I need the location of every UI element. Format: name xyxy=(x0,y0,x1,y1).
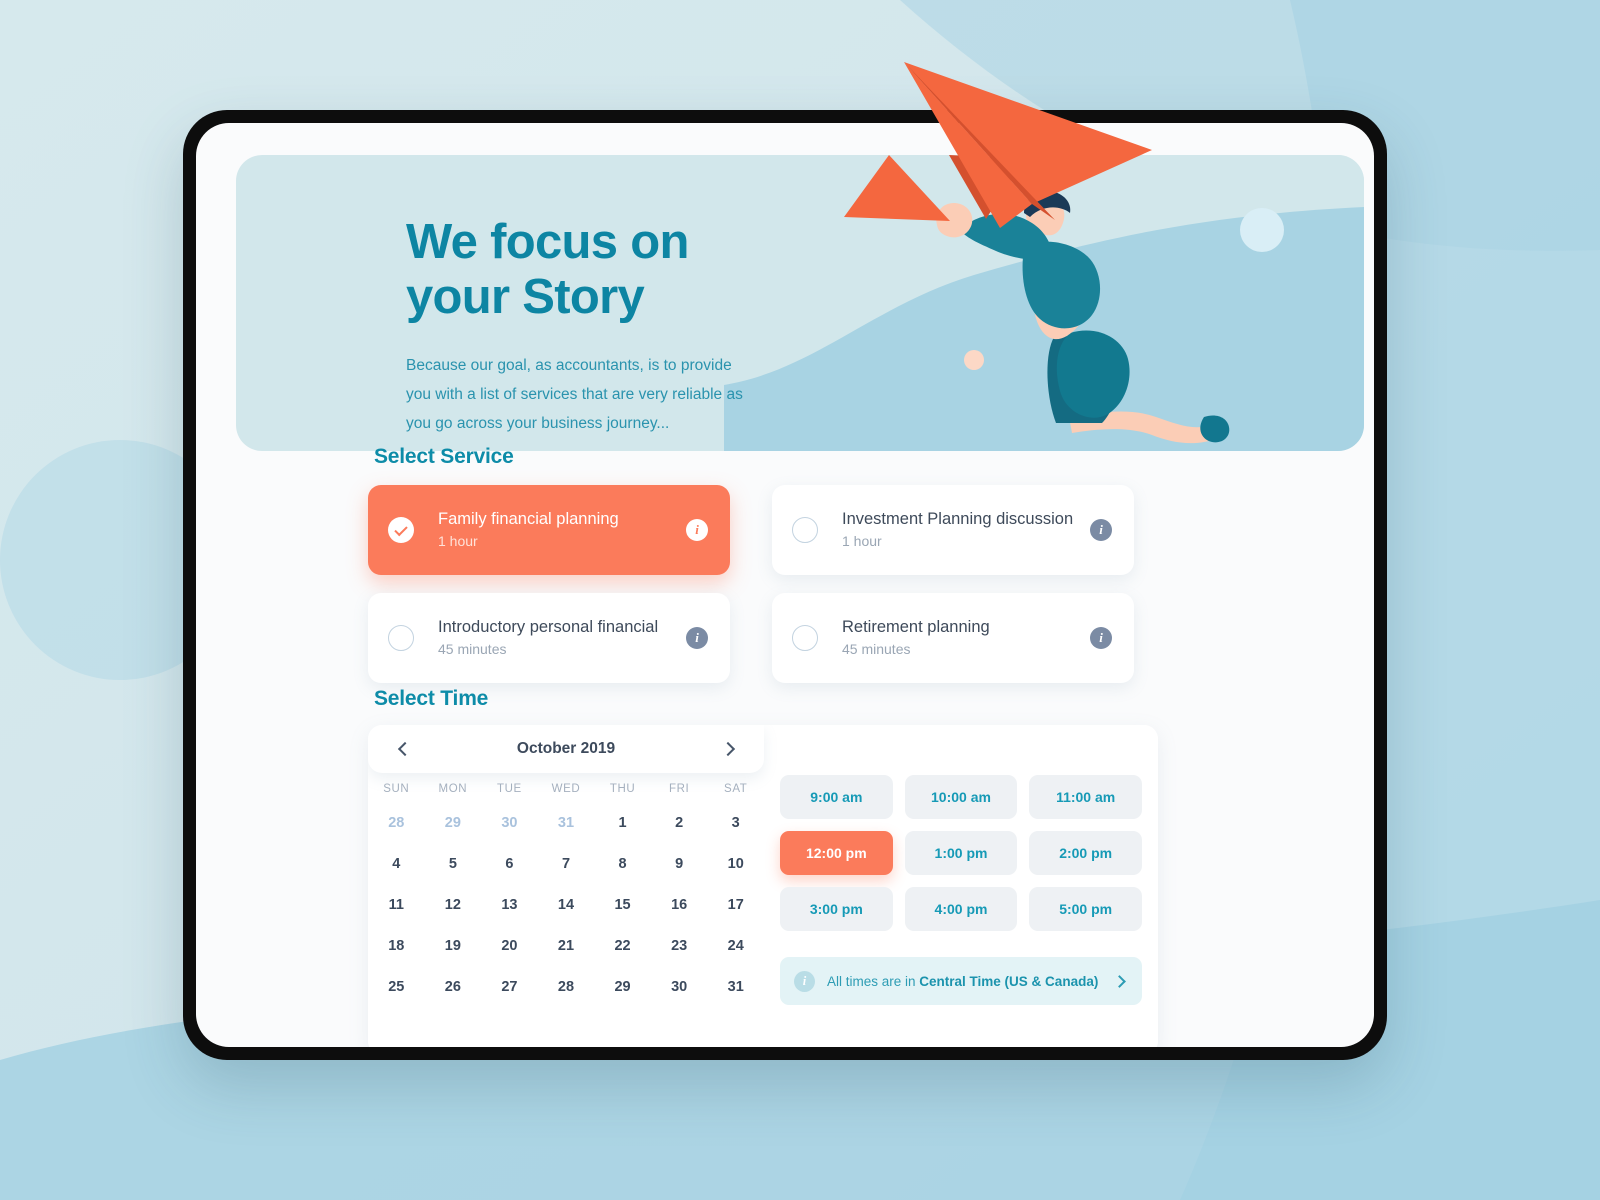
calendar-day[interactable]: 10 xyxy=(707,854,764,874)
calendar-day[interactable]: 5 xyxy=(425,854,482,874)
calendar-day[interactable]: 13 xyxy=(481,895,538,915)
service-radio[interactable] xyxy=(388,625,414,651)
select-time-heading: Select Time xyxy=(374,687,489,710)
chevron-right-icon[interactable] xyxy=(720,740,738,758)
hero-text-block: We focus on your Story Because our goal,… xyxy=(406,215,756,438)
calendar-month-label: October 2019 xyxy=(516,740,616,757)
info-icon[interactable]: i xyxy=(686,627,708,649)
service-name: Investment Planning discussion xyxy=(842,510,1074,528)
calendar-day[interactable]: 26 xyxy=(425,977,482,997)
calendar-day[interactable]: 27 xyxy=(481,977,538,997)
calendar: October 2019 SUN MON TUE WED THU FRI SAT 28 29 3… xyxy=(368,725,764,1047)
time-slot-grid: 9:00 am 10:00 am 11:00 am 12:00 pm 1:00 pm 2:… xyxy=(780,775,1142,931)
service-name: Introductory personal financial xyxy=(438,618,659,636)
select-service-heading: Select Service xyxy=(374,445,514,468)
calendar-day[interactable]: 24 xyxy=(707,936,764,956)
service-text: Family financial planning 1 hour xyxy=(438,509,686,551)
service-text: Retirement planning 45 minutes xyxy=(842,617,1090,659)
calendar-day[interactable]: 9 xyxy=(651,854,708,874)
calendar-day[interactable]: 22 xyxy=(594,936,651,956)
calendar-day[interactable]: 8 xyxy=(594,854,651,874)
service-text: Investment Planning discussion 1 hour xyxy=(842,509,1090,551)
calendar-weekday: WED xyxy=(551,783,581,795)
timezone-selector[interactable]: i All times are in Central Time (US & Ca… xyxy=(780,957,1142,1005)
paper-plane-icon xyxy=(904,62,1152,228)
time-slot[interactable]: 5:00 pm xyxy=(1029,887,1142,931)
info-icon[interactable]: i xyxy=(1090,627,1112,649)
service-text: Introductory personal financial 45 minute… xyxy=(438,617,686,659)
calendar-day[interactable]: 15 xyxy=(594,895,651,915)
calendar-weekday: THU xyxy=(609,783,636,795)
calendar-weekday-row: SUN MON TUE WED THU FRI SAT xyxy=(368,783,764,795)
info-icon[interactable]: i xyxy=(686,519,708,541)
service-card[interactable]: Retirement planning 45 minutes i xyxy=(772,593,1134,683)
service-duration: 1 hour xyxy=(842,533,882,549)
service-list: Family financial planning 1 hour i Investme… xyxy=(368,485,1158,683)
service-card[interactable]: Family financial planning 1 hour i xyxy=(368,485,730,575)
calendar-day[interactable]: 28 xyxy=(538,977,595,997)
calendar-day[interactable]: 16 xyxy=(651,895,708,915)
service-radio[interactable] xyxy=(792,517,818,543)
service-radio[interactable] xyxy=(388,517,414,543)
calendar-day[interactable]: 29 xyxy=(594,977,651,997)
calendar-weekday: SAT xyxy=(724,783,748,795)
calendar-month-bar: October 2019 xyxy=(368,725,764,773)
time-slot[interactable]: 11:00 am xyxy=(1029,775,1142,819)
service-name: Retirement planning xyxy=(842,618,990,636)
calendar-weekday: TUE xyxy=(497,783,522,795)
time-slot-column: 9:00 am 10:00 am 11:00 am 12:00 pm 1:00 pm 2:… xyxy=(764,725,1158,1047)
time-slot[interactable]: 10:00 am xyxy=(904,775,1018,819)
calendar-day[interactable]: 18 xyxy=(368,936,425,956)
calendar-weekday: FRI xyxy=(668,783,690,795)
service-card[interactable]: Introductory personal financial 45 minute… xyxy=(368,593,730,683)
calendar-day-grid: 28 29 30 31 1 2 3 4 5 6 7 8 9 10 11 12 13 14 15 16 17 18 19 20 2… xyxy=(368,813,764,997)
chevron-left-icon[interactable] xyxy=(394,740,412,758)
service-radio[interactable] xyxy=(792,625,818,651)
service-name: Family financial planning xyxy=(438,510,619,528)
calendar-day[interactable]: 12 xyxy=(425,895,482,915)
calendar-day[interactable]: 30 xyxy=(481,813,538,833)
chevron-right-icon[interactable] xyxy=(1112,973,1128,989)
time-slot[interactable]: 2:00 pm xyxy=(1029,831,1142,875)
calendar-day[interactable]: 19 xyxy=(425,936,482,956)
time-slot[interactable]: 4:00 pm xyxy=(904,887,1018,931)
time-slot[interactable]: 12:00 pm xyxy=(780,831,893,875)
calendar-day[interactable]: 14 xyxy=(538,895,595,915)
calendar-day[interactable]: 29 xyxy=(425,813,482,833)
calendar-day[interactable]: 3 xyxy=(707,813,764,833)
calendar-day[interactable]: 23 xyxy=(651,936,708,956)
calendar-day[interactable]: 31 xyxy=(538,813,595,833)
hero-card: We focus on your Story Because our goal,… xyxy=(236,155,1364,451)
calendar-weekday: MON xyxy=(438,783,468,795)
time-slot[interactable]: 3:00 pm xyxy=(780,887,893,931)
tablet-frame: We focus on your Story Because our goal,… xyxy=(183,110,1387,1060)
calendar-day[interactable]: 6 xyxy=(481,854,538,874)
calendar-day[interactable]: 30 xyxy=(651,977,708,997)
calendar-day[interactable]: 31 xyxy=(707,977,764,997)
calendar-day[interactable]: 21 xyxy=(538,936,595,956)
calendar-day[interactable]: 2 xyxy=(651,813,708,833)
calendar-day[interactable]: 1 xyxy=(594,813,651,833)
service-card[interactable]: Investment Planning discussion 1 hour i xyxy=(772,485,1134,575)
service-duration: 45 minutes xyxy=(842,641,911,657)
calendar-day[interactable]: 28 xyxy=(368,813,425,833)
time-slot[interactable]: 1:00 pm xyxy=(904,831,1018,875)
service-duration: 1 hour xyxy=(438,533,478,549)
time-panel: October 2019 SUN MON TUE WED THU FRI SAT 28 29 3… xyxy=(368,725,1158,1047)
calendar-weekday: SUN xyxy=(383,783,410,795)
calendar-day[interactable]: 20 xyxy=(481,936,538,956)
calendar-day[interactable]: 7 xyxy=(538,854,595,874)
timezone-label: All times are in Central Time (US & Cana… xyxy=(827,973,1099,989)
calendar-day[interactable]: 4 xyxy=(368,854,425,874)
info-icon[interactable]: i xyxy=(1090,519,1112,541)
hero-subtitle: Because our goal, as accountants, is to … xyxy=(406,357,743,432)
calendar-day[interactable]: 17 xyxy=(707,895,764,915)
calendar-day[interactable]: 25 xyxy=(368,977,425,997)
calendar-day[interactable]: 11 xyxy=(368,895,425,915)
service-duration: 45 minutes xyxy=(438,641,507,657)
page-title: We focus on your Story xyxy=(406,215,689,324)
time-slot[interactable]: 9:00 am xyxy=(780,775,893,819)
tablet-screen: We focus on your Story Because our goal,… xyxy=(196,123,1374,1047)
info-icon: i xyxy=(794,970,815,992)
